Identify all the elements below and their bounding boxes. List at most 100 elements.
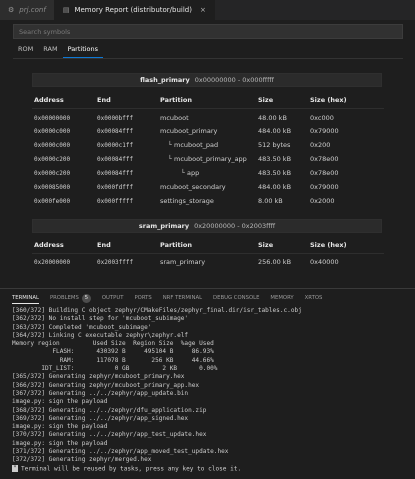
terminal-line: [365/372] Generating zephyr/mcuboot_prim… bbox=[12, 373, 185, 381]
column-header-size-hex: Size (hex) bbox=[310, 96, 347, 104]
cell-end: 0x000fdfff bbox=[97, 183, 134, 191]
tab-label: prj.conf bbox=[19, 6, 46, 14]
gear-icon: ⚙ bbox=[8, 6, 15, 14]
search-input[interactable] bbox=[19, 27, 402, 36]
cell-size: 48.00 kB bbox=[258, 114, 287, 122]
memory-icon: ▤ bbox=[62, 6, 70, 14]
terminal-line: [362/372] No install step for 'mcuboot_s… bbox=[12, 315, 189, 323]
tab-problems[interactable]: PROBLEMS 5 bbox=[50, 292, 91, 304]
column-header-address: Address bbox=[34, 96, 64, 104]
tab-ram[interactable]: RAM bbox=[38, 44, 62, 58]
tab-debug-console[interactable]: DEBUG CONSOLE bbox=[213, 292, 259, 304]
terminal-line: RAM: 117078 B 256 KB 44.66% bbox=[12, 356, 214, 364]
table-row[interactable]: 0x0000c200 0x00084fff └ mcuboot_primary_… bbox=[34, 153, 384, 165]
table-row[interactable]: 0x20000000 0x2003ffff sram_primary 256.0… bbox=[34, 256, 384, 268]
tab-nrf-terminal[interactable]: NRF TERMINAL bbox=[163, 292, 202, 304]
terminal-line: Memory region Used Size Region Size %age… bbox=[12, 340, 214, 348]
flash-section-header: flash_primary 0x00000000 - 0x000fffff bbox=[32, 73, 382, 87]
table-row[interactable]: 0x0000c200 0x00084fff └ app 483.50 kB 0x… bbox=[34, 167, 384, 179]
section-name: sram_primary bbox=[138, 222, 190, 230]
cell-size-hex: 0x79000 bbox=[310, 127, 339, 135]
cell-partition: mcuboot_secondary bbox=[160, 183, 226, 191]
tab-xrtos[interactable]: XRTOS bbox=[305, 292, 323, 304]
terminal-line: image.py: sign the payload bbox=[12, 423, 108, 431]
terminal-output[interactable]: [360/372] Building C object zephyr/CMake… bbox=[12, 307, 412, 473]
cell-partition: └ mcuboot_primary_app bbox=[168, 155, 247, 163]
tab-memory-report[interactable]: ▤ Memory Report (distributor/build) × bbox=[54, 0, 215, 20]
cell-address: 0x20000000 bbox=[34, 258, 71, 266]
cell-size: 512 bytes bbox=[258, 141, 291, 149]
tab-rom[interactable]: ROM bbox=[13, 44, 38, 58]
tab-partitions[interactable]: Partitions bbox=[62, 44, 104, 58]
column-header-end: End bbox=[97, 241, 111, 249]
report-tabs: ROM RAM Partitions bbox=[13, 44, 104, 58]
terminal-line: [364/372] Linking C executable zephyr\ze… bbox=[12, 331, 189, 339]
cell-size-hex: 0x2000 bbox=[310, 197, 335, 205]
cell-size: 8.00 kB bbox=[258, 197, 283, 205]
table-row[interactable]: 0x00085000 0x000fdfff mcuboot_secondary … bbox=[34, 181, 384, 193]
terminal-line: [368/372] Generating ../../zephyr/dfu_ap… bbox=[12, 406, 207, 414]
column-header-address: Address bbox=[34, 241, 64, 249]
terminal-line: IDT_LIST: 0 GB 2 KB 0.00% bbox=[12, 365, 218, 373]
cell-partition: └ app bbox=[181, 169, 199, 177]
tab-memory[interactable]: MEMORY bbox=[270, 292, 293, 304]
cell-address: 0x0000c200 bbox=[34, 169, 71, 177]
cell-end: 0x0000bfff bbox=[97, 114, 134, 122]
row-divider bbox=[32, 253, 384, 254]
cell-address: 0x0000c000 bbox=[34, 141, 71, 149]
cell-end: 0x00084fff bbox=[97, 127, 134, 135]
cell-partition: mcuboot_primary bbox=[160, 127, 218, 135]
cell-end: 0x2003ffff bbox=[97, 258, 134, 266]
sram-table-header: Address End Partition Size Size (hex) bbox=[34, 239, 384, 251]
terminal-line: [366/372] Generating zephyr/mcuboot_prim… bbox=[12, 381, 200, 389]
cell-address: 0x000fe000 bbox=[34, 197, 71, 205]
tab-ports[interactable]: PORTS bbox=[134, 292, 151, 304]
cell-end: 0x00084fff bbox=[97, 155, 134, 163]
section-range: 0x00000000 - 0x000fffff bbox=[194, 76, 274, 84]
table-row[interactable]: 0x0000c000 0x0000c1ff └ mcuboot_pad 512 … bbox=[34, 139, 384, 151]
cell-size-hex: 0x78e00 bbox=[310, 169, 339, 177]
panel-tabs: TERMINAL PROBLEMS 5 OUTPUT PORTS NRF TER… bbox=[12, 292, 333, 304]
terminal-line: FLASH: 430392 B 495104 B 86.93% bbox=[12, 348, 214, 356]
terminal-line: [370/372] Generating ../../zephyr/app_te… bbox=[12, 431, 207, 439]
column-header-size: Size bbox=[258, 96, 274, 104]
cell-partition: sram_primary bbox=[160, 258, 206, 266]
section-name: flash_primary bbox=[140, 76, 190, 84]
cell-end: 0x00084fff bbox=[97, 169, 134, 177]
terminal-line: image.py: sign the payload bbox=[12, 398, 108, 406]
cell-size-hex: 0x78e00 bbox=[310, 155, 339, 163]
terminal-line: [367/372] Generating ../../zephyr/app_up… bbox=[12, 389, 189, 397]
cell-address: 0x00000000 bbox=[34, 114, 71, 122]
cell-size-hex: 0x40000 bbox=[310, 258, 339, 266]
flash-table-header: Address End Partition Size Size (hex) bbox=[34, 94, 384, 106]
tab-terminal[interactable]: TERMINAL bbox=[12, 292, 39, 304]
cell-partition-name: mcuboot_pad bbox=[173, 141, 219, 149]
tab-output[interactable]: OUTPUT bbox=[102, 292, 124, 304]
tab-prj-conf[interactable]: ⚙ prj.conf bbox=[0, 0, 55, 20]
tabs-divider bbox=[13, 58, 403, 59]
column-header-size: Size bbox=[258, 241, 274, 249]
search-box bbox=[13, 24, 403, 39]
cell-address: 0x0000c200 bbox=[34, 155, 71, 163]
tab-label: Memory Report (distributor/build) bbox=[74, 6, 192, 14]
cell-size: 256.00 kB bbox=[258, 258, 292, 266]
cell-size: 483.50 kB bbox=[258, 169, 292, 177]
close-icon[interactable]: × bbox=[200, 6, 206, 14]
row-divider bbox=[32, 108, 384, 109]
terminal-status-icon: * bbox=[12, 464, 18, 472]
cell-partition: settings_storage bbox=[160, 197, 214, 205]
table-row[interactable]: 0x000fe000 0x000fffff settings_storage 8… bbox=[34, 195, 384, 207]
terminal-line: [360/372] Building C object zephyr/CMake… bbox=[12, 307, 302, 314]
table-row[interactable]: 0x00000000 0x0000bfff mcuboot 48.00 kB 0… bbox=[34, 112, 384, 124]
cell-size: 484.00 kB bbox=[258, 183, 292, 191]
cell-size: 484.00 kB bbox=[258, 127, 292, 135]
table-row[interactable]: 0x0000c000 0x00084fff mcuboot_primary 48… bbox=[34, 125, 384, 137]
cell-size: 483.50 kB bbox=[258, 155, 292, 163]
cell-partition: mcuboot bbox=[160, 114, 189, 122]
cell-partition-name: app bbox=[186, 169, 200, 177]
editor-tab-bar: ⚙ prj.conf ▤ Memory Report (distributor/… bbox=[0, 0, 415, 20]
cell-size-hex: 0x79000 bbox=[310, 183, 339, 191]
cell-address: 0x0000c000 bbox=[34, 127, 71, 135]
column-header-end: End bbox=[97, 96, 111, 104]
terminal-line: [372/372] Generating zephyr/merged.hex bbox=[12, 456, 152, 464]
